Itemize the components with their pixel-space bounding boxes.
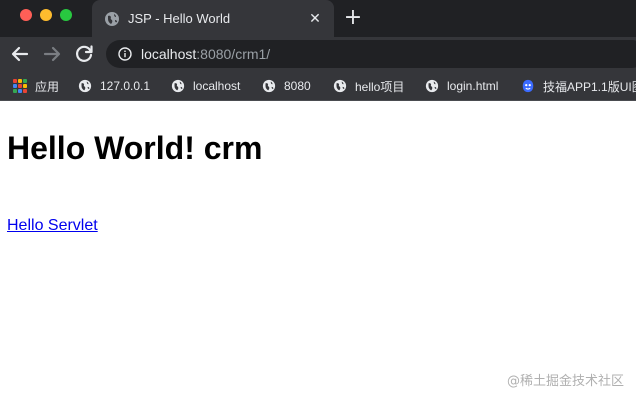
- tab-strip: JSP - Hello World ✕ +: [0, 0, 636, 37]
- zoom-window-button[interactable]: [60, 9, 72, 21]
- bookmark-label: login.html: [447, 79, 499, 93]
- info-icon[interactable]: [118, 47, 132, 61]
- bookmark-127-0-0-1[interactable]: 127.0.0.1: [78, 78, 150, 94]
- tab-title: JSP - Hello World: [128, 11, 231, 26]
- globe-icon: [425, 79, 439, 93]
- bookmark-label: 127.0.0.1: [100, 79, 151, 93]
- toolbar: localhost:8080/crm1/: [0, 37, 636, 71]
- bookmark-8080[interactable]: 8080: [262, 78, 311, 94]
- minimize-window-button[interactable]: [40, 9, 52, 21]
- app-favicon-icon: [522, 79, 534, 93]
- page-content: Hello World! crm Hello Servlet @稀土掘金技术社区: [0, 102, 636, 399]
- new-tab-button[interactable]: +: [342, 7, 364, 30]
- url-path: :8080/crm1/: [196, 46, 271, 62]
- bookmark-label: 应用: [35, 79, 60, 94]
- tab-close-icon[interactable]: ✕: [306, 9, 324, 27]
- close-window-button[interactable]: [20, 9, 32, 21]
- bookmark-localhost[interactable]: localhost: [171, 78, 240, 94]
- bookmark-label: 8080: [284, 79, 311, 93]
- forward-arrow-icon[interactable]: [40, 42, 64, 66]
- url-host: localhost: [141, 46, 197, 62]
- watermark: @稀土掘金技术社区: [506, 374, 624, 389]
- reload-icon[interactable]: [72, 42, 96, 66]
- globe-icon: [105, 12, 119, 26]
- bookmark-login-html[interactable]: login.html: [425, 78, 498, 94]
- bookmark-hello-project[interactable]: hello项目: [333, 78, 404, 94]
- bookmark-apps[interactable]: 应用: [13, 78, 59, 94]
- bookmark-label: 技福APP1.1版UI图: [543, 79, 636, 94]
- tab-active[interactable]: JSP - Hello World ✕: [92, 0, 334, 37]
- globe-icon: [78, 79, 92, 93]
- bookmark-app-ui[interactable]: 技福APP1.1版UI图: [521, 78, 636, 94]
- bookmarks-bar: 应用 127.0.0.1 localhost 8080 hello项目 logi…: [0, 71, 636, 101]
- globe-icon: [262, 79, 276, 93]
- url-text[interactable]: localhost:8080/crm1/: [141, 46, 270, 62]
- address-bar[interactable]: localhost:8080/crm1/: [106, 40, 636, 68]
- bookmark-label: hello项目: [355, 79, 405, 94]
- back-arrow-icon[interactable]: [8, 42, 32, 66]
- bookmark-label: localhost: [193, 79, 241, 93]
- hello-servlet-link[interactable]: Hello Servlet: [7, 217, 98, 235]
- page-heading: Hello World! crm: [7, 130, 263, 166]
- globe-icon: [171, 79, 185, 93]
- apps-grid-icon: [13, 79, 27, 93]
- globe-icon: [333, 79, 347, 93]
